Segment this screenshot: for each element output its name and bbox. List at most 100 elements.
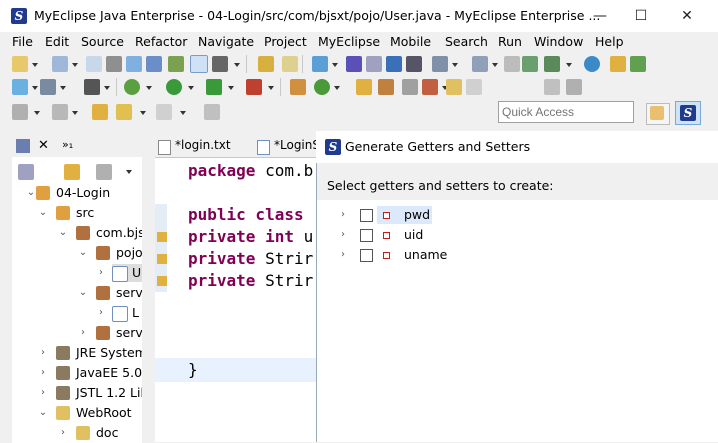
build-icon[interactable] <box>212 56 228 72</box>
chevron-right-icon[interactable]: › <box>58 423 68 442</box>
tree-node-src[interactable]: ⌄ src <box>14 203 142 223</box>
chevron-right-icon[interactable]: › <box>96 303 106 323</box>
deploy-icon[interactable] <box>146 56 162 72</box>
chevron-right-icon[interactable]: › <box>38 363 48 383</box>
new-web-project-icon[interactable] <box>312 56 328 72</box>
chevron-down-icon[interactable]: ⌄ <box>58 223 68 243</box>
open-type-icon[interactable] <box>356 79 372 95</box>
next-edit-icon[interactable] <box>12 104 28 120</box>
save-icon[interactable] <box>52 56 68 72</box>
close-button[interactable]: ✕ <box>664 0 710 32</box>
debug-icon[interactable] <box>124 79 140 95</box>
editor-tab-loginservlet[interactable]: *LoginS <box>257 138 320 155</box>
menu-search[interactable]: Search <box>445 34 488 49</box>
tree-node-doc[interactable]: › doc <box>14 423 142 442</box>
editor-tab-login-txt[interactable]: *login.txt <box>158 138 231 155</box>
minimize-button[interactable]: — <box>577 0 623 32</box>
run-icon[interactable] <box>166 79 182 95</box>
new-icon[interactable] <box>12 56 28 72</box>
db-icon[interactable] <box>386 56 402 72</box>
quick-access-input[interactable] <box>498 101 634 123</box>
tree-node-javaee[interactable]: › JavaEE 5.0 <box>14 363 142 383</box>
paragraph-icon[interactable] <box>544 79 560 95</box>
version-icon[interactable] <box>406 56 422 72</box>
field-row-uid[interactable]: › uid <box>317 225 718 245</box>
more-views-button[interactable]: »₁ <box>62 138 73 151</box>
checkbox[interactable] <box>360 209 373 222</box>
chevron-right-icon[interactable]: › <box>338 205 348 225</box>
chevron-down-icon[interactable]: ⌄ <box>78 243 88 263</box>
globe-icon[interactable] <box>584 56 600 72</box>
new-package-icon[interactable] <box>314 79 330 95</box>
chevron-right-icon[interactable]: › <box>338 225 348 245</box>
menu-run[interactable]: Run <box>498 34 522 49</box>
menu-edit[interactable]: Edit <box>45 34 69 49</box>
back-history-icon[interactable] <box>92 104 108 120</box>
chevron-down-icon[interactable]: ⌄ <box>26 183 36 203</box>
chevron-right-icon[interactable]: › <box>78 323 88 343</box>
maximize-button[interactable]: ☐ <box>618 0 664 32</box>
back-arrow-icon[interactable] <box>116 104 132 120</box>
stop-icon[interactable] <box>246 79 262 95</box>
myeclipse-perspective-button[interactable]: S <box>675 101 701 125</box>
marker-icon[interactable] <box>504 56 520 72</box>
tools-icon[interactable] <box>472 56 488 72</box>
chevron-down-icon[interactable]: ⌄ <box>38 203 48 223</box>
save-all-icon[interactable] <box>86 56 102 72</box>
link-editor-icon[interactable] <box>64 164 80 180</box>
chevron-down-icon[interactable]: ⌄ <box>38 403 48 423</box>
checkbox[interactable] <box>360 229 373 242</box>
tree-node-user-java[interactable]: › U <box>14 263 142 283</box>
checkbox[interactable] <box>360 249 373 262</box>
refresh-icon[interactable] <box>422 79 438 95</box>
next-annotation-icon[interactable] <box>282 56 298 72</box>
new-class-icon[interactable] <box>290 79 306 95</box>
new-server-icon[interactable] <box>12 79 28 95</box>
package-explorer-icon[interactable] <box>16 139 30 153</box>
menu-source[interactable]: Source <box>81 34 124 49</box>
menu-file[interactable]: File <box>12 34 33 49</box>
maven-icon[interactable] <box>346 56 362 72</box>
print-icon[interactable] <box>106 56 122 72</box>
run-external-icon[interactable] <box>206 79 222 95</box>
pilcrow-icon[interactable] <box>566 79 582 95</box>
tree-node-project[interactable]: ⌄ 04-Login <box>14 183 142 203</box>
last-edit-icon[interactable] <box>52 104 68 120</box>
chevron-right-icon[interactable]: › <box>338 245 348 265</box>
menu-refactor[interactable]: Refactor <box>135 34 187 49</box>
active-tool-icon[interactable] <box>190 55 208 73</box>
field-row-pwd[interactable]: › pwd <box>317 205 718 225</box>
open-task-icon[interactable] <box>378 79 394 95</box>
search-tool-icon[interactable] <box>402 79 418 95</box>
tree-node-service[interactable]: ⌄ servi <box>14 283 142 303</box>
bundle-icon[interactable] <box>366 56 382 72</box>
chevron-right-icon[interactable]: › <box>96 263 106 283</box>
tree-node-jre[interactable]: › JRE System <box>14 343 142 363</box>
tree-node-pojo[interactable]: ⌄ pojo <box>14 243 142 263</box>
tree-node-servlet[interactable]: › servl <box>14 323 142 343</box>
chevron-right-icon[interactable]: › <box>38 343 48 363</box>
toggle-icon[interactable] <box>466 79 482 95</box>
toggle-mark-icon[interactable] <box>258 56 274 72</box>
menu-project[interactable]: Project <box>264 34 307 49</box>
folder-icon[interactable] <box>446 79 462 95</box>
menu-myeclipse[interactable]: MyEclipse <box>318 34 380 49</box>
tree-node-login-service[interactable]: › L <box>14 303 142 323</box>
chevron-right-icon[interactable]: › <box>38 383 48 403</box>
pin-editor-icon[interactable] <box>204 104 220 120</box>
menu-navigate[interactable]: Navigate <box>198 34 254 49</box>
report-icon[interactable] <box>544 56 560 72</box>
menu-mobile[interactable]: Mobile <box>390 34 431 49</box>
close-tab-icon[interactable]: ✕ <box>38 138 49 153</box>
open-folder-icon[interactable] <box>610 56 626 72</box>
run-config-icon[interactable] <box>522 56 538 72</box>
export-icon[interactable] <box>630 56 646 72</box>
tree-node-package[interactable]: ⌄ com.bjs <box>14 223 142 243</box>
open-perspective-button[interactable] <box>646 103 670 125</box>
menu-help[interactable]: Help <box>595 34 624 49</box>
forward-arrow-icon[interactable] <box>156 104 172 120</box>
menu-window[interactable]: Window <box>534 34 583 49</box>
tree-node-webroot[interactable]: ⌄ WebRoot <box>14 403 142 423</box>
field-row-uname[interactable]: › uname <box>317 245 718 265</box>
tree-node-jstl[interactable]: › JSTL 1.2 Lib <box>14 383 142 403</box>
